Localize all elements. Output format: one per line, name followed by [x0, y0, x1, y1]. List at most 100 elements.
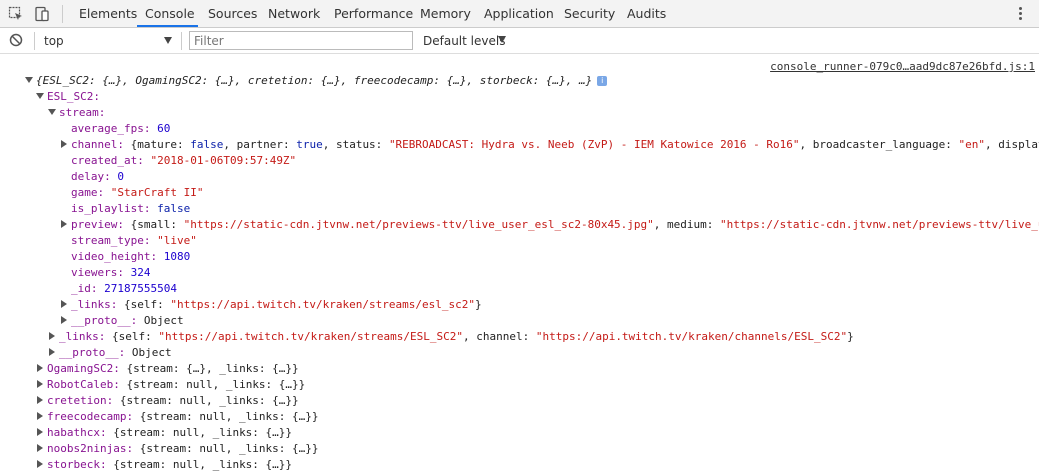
tab-security[interactable]: Security: [564, 0, 615, 27]
property-value: "https://api.twitch.tv/kraken/streams/ES…: [158, 330, 463, 343]
object-preview: , channel:: [462, 330, 536, 343]
chevron-down-icon[interactable]: [164, 37, 172, 44]
tab-memory[interactable]: Memory: [420, 0, 471, 27]
object-preview: {stream: {…}, _links: {…}}: [126, 362, 299, 375]
object-preview: {stream: null, _links: {…}}: [113, 426, 293, 439]
expand-toggle-icon[interactable]: [37, 428, 43, 436]
expand-toggle-icon[interactable]: [49, 332, 55, 340]
property-key: cretetion:: [47, 394, 114, 407]
expand-toggle-icon[interactable]: [61, 316, 67, 324]
tab-sources[interactable]: Sources: [208, 0, 257, 27]
property-video-height: video_height: 1080: [0, 249, 1039, 265]
object-preview: , display: [985, 138, 1039, 151]
toolbar-divider: [181, 32, 182, 50]
expand-toggle-icon[interactable]: [61, 220, 67, 228]
devtools-tab-bar: Elements Console Sources Network Perform…: [0, 0, 1039, 28]
object-preview: {stream: null, _links: {…}}: [113, 458, 293, 471]
device-toolbar-icon[interactable]: [32, 4, 52, 24]
tree-node-channel-entry[interactable]: OgamingSC2: {stream: {…}, _links: {…}}: [0, 361, 1039, 377]
tree-node-preview[interactable]: preview: {small: "https://static-cdn.jtv…: [0, 217, 1039, 233]
property-key: created_at:: [71, 154, 144, 167]
expand-toggle-icon[interactable]: [37, 396, 43, 404]
property-value: "en": [958, 138, 986, 151]
property-value: "https://static-cdn.jtvnw.net/previews-t…: [720, 218, 1039, 231]
log-entry-root[interactable]: {ESL_SC2: {…}, OgamingSC2: {…}, cretetio…: [0, 73, 1039, 89]
tab-application[interactable]: Application: [484, 0, 554, 27]
info-icon[interactable]: i: [597, 76, 608, 86]
source-link[interactable]: console_runner-079c0…aad9dc87e26bfd.js:1: [770, 60, 1035, 73]
property-key: __proto__:: [59, 346, 126, 359]
property-value: 0: [117, 170, 124, 183]
property-average-fps: average_fps: 60: [0, 121, 1039, 137]
expand-toggle-icon[interactable]: [36, 93, 44, 99]
tree-node-stream-proto[interactable]: __proto__: Object: [0, 313, 1039, 329]
expand-toggle-icon[interactable]: [37, 364, 43, 372]
tree-node-esl-sc2[interactable]: ESL_SC2:: [0, 89, 1039, 105]
expand-toggle-icon[interactable]: [37, 412, 43, 420]
tree-node-channel[interactable]: channel: {mature: false, partner: true, …: [0, 137, 1039, 153]
tree-node-stream-links[interactable]: _links: {self: "https://api.twitch.tv/kr…: [0, 297, 1039, 313]
expand-toggle-icon[interactable]: [61, 140, 67, 148]
expand-toggle-icon[interactable]: [37, 460, 43, 468]
property-value: "StarCraft II": [110, 186, 204, 199]
property-key: ESL_SC2:: [47, 90, 100, 103]
property-id: _id: 27187555504: [0, 281, 1039, 297]
clear-console-icon[interactable]: [9, 33, 23, 47]
tree-node-channel-entry[interactable]: RobotCaleb: {stream: null, _links: {…}}: [0, 377, 1039, 393]
property-value: Object: [131, 346, 172, 359]
tree-node-channel-entry[interactable]: cretetion: {stream: null, _links: {…}}: [0, 393, 1039, 409]
object-preview: }: [474, 298, 482, 311]
log-levels-dropdown[interactable]: Default levels: [423, 28, 505, 54]
object-preview: }: [847, 330, 854, 343]
more-options-icon[interactable]: [1013, 5, 1027, 23]
filter-input[interactable]: [189, 31, 413, 50]
expand-toggle-icon[interactable]: [49, 348, 55, 356]
tab-bar-divider: [62, 5, 63, 23]
tab-network[interactable]: Network: [268, 0, 320, 27]
tree-node-channel-entry[interactable]: habathcx: {stream: null, _links: {…}}: [0, 425, 1039, 441]
expand-toggle-icon[interactable]: [37, 380, 43, 388]
property-key: stream:: [59, 106, 106, 119]
expand-toggle-icon[interactable]: [37, 444, 43, 452]
expand-toggle-icon[interactable]: [48, 109, 56, 115]
property-value: false: [157, 202, 191, 215]
chevron-down-icon[interactable]: [498, 36, 506, 43]
inspect-element-icon[interactable]: [6, 4, 26, 24]
property-value: 1080: [163, 250, 191, 263]
property-value: Object: [143, 314, 184, 327]
property-key: _id:: [71, 282, 98, 295]
property-key: freecodecamp:: [47, 410, 134, 423]
property-game: game: "StarCraft II": [0, 185, 1039, 201]
tree-node-esl-proto[interactable]: __proto__: Object: [0, 345, 1039, 361]
tree-node-channel-entry[interactable]: freecodecamp: {stream: null, _links: {…}…: [0, 409, 1039, 425]
tab-audits[interactable]: Audits: [627, 0, 666, 27]
expand-toggle-icon[interactable]: [61, 300, 67, 308]
tree-node-esl-links[interactable]: _links: {self: "https://api.twitch.tv/kr…: [0, 329, 1039, 345]
property-value: 27187555504: [104, 282, 177, 295]
context-selector[interactable]: top: [44, 28, 64, 54]
tree-node-channel-entry[interactable]: noobs2ninjas: {stream: null, _links: {…}…: [0, 441, 1039, 457]
property-value: "https://static-cdn.jtvnw.net/previews-t…: [183, 218, 654, 231]
object-preview: {self:: [123, 298, 171, 311]
property-key: OgamingSC2:: [47, 362, 120, 375]
property-value: "REBROADCAST: Hydra vs. Neeb (ZvP) - IEM…: [388, 138, 800, 151]
property-key: __proto__:: [71, 314, 138, 327]
property-key: game:: [71, 186, 105, 199]
property-value: "2018-01-06T09:57:49Z": [150, 154, 297, 167]
console-toolbar: top Default levels: [0, 28, 1039, 54]
tree-node-stream[interactable]: stream:: [0, 105, 1039, 121]
object-preview: {stream: null, _links: {…}}: [139, 410, 319, 423]
property-key: average_fps:: [71, 122, 151, 135]
property-value: 60: [157, 122, 171, 135]
property-created-at: created_at: "2018-01-06T09:57:49Z": [0, 153, 1039, 169]
tree-node-channel-entry[interactable]: storbeck: {stream: null, _links: {…}}: [0, 457, 1039, 473]
expand-toggle-icon[interactable]: [25, 77, 33, 83]
property-value: false: [190, 138, 224, 151]
property-key: storbeck:: [47, 458, 107, 471]
property-stream-type: stream_type: "live": [0, 233, 1039, 249]
tab-elements[interactable]: Elements: [79, 0, 137, 27]
object-preview: {stream: null, _links: {…}}: [139, 442, 319, 455]
tab-console[interactable]: Console: [145, 0, 195, 27]
object-preview: {stream: null, _links: {…}}: [119, 394, 299, 407]
tab-performance[interactable]: Performance: [334, 0, 413, 27]
